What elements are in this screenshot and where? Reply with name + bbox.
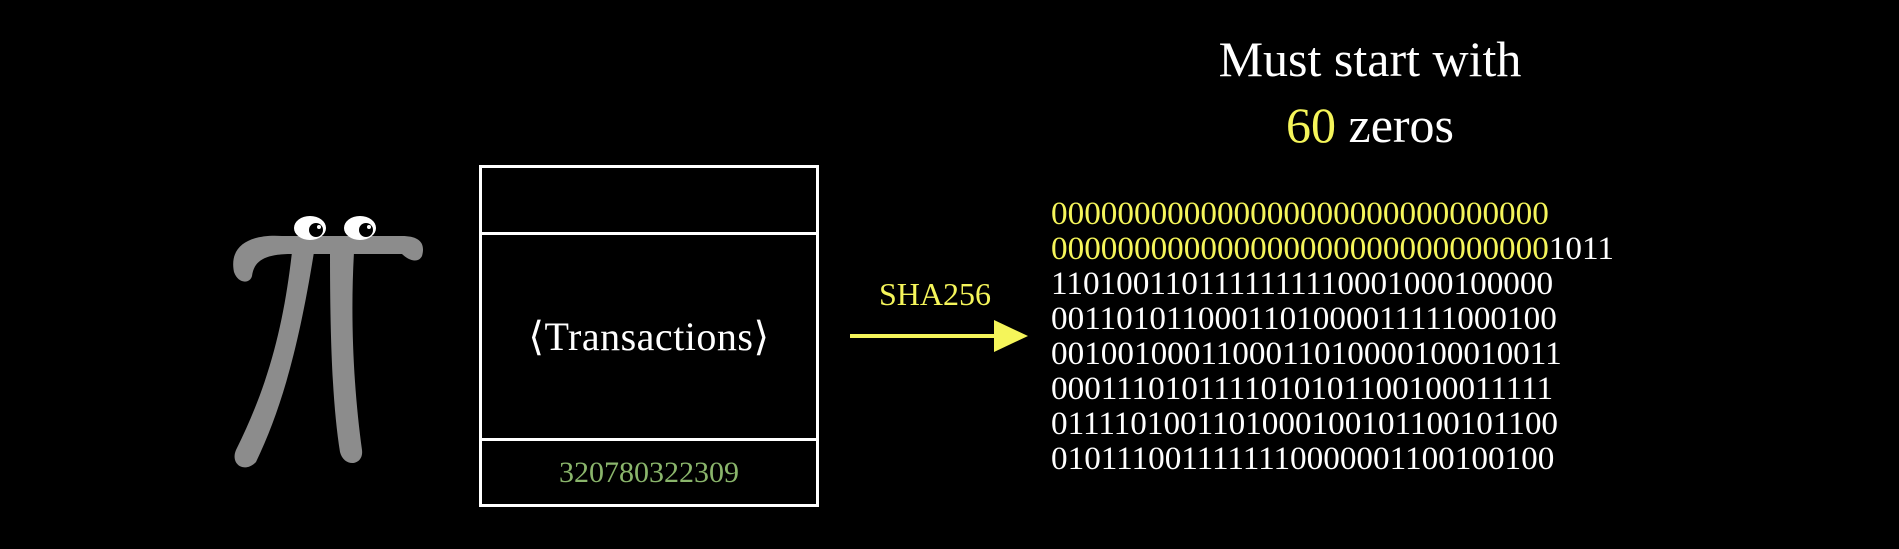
hash-bits: 0101110011111110000001100100100 (1051, 440, 1555, 477)
hash-line: 1101001101111111110001000100000 (1051, 266, 1691, 301)
hash-line: 0000000000000000000000000000001011 (1051, 231, 1691, 266)
hash-line: 0101110011111110000001100100100 (1051, 441, 1691, 476)
hash-line: 0011010110001101000011111000100 (1051, 301, 1691, 336)
hash-line: 0010010001100011010000100010011 (1051, 336, 1691, 371)
hash-line: 000000000000000000000000000000 (1051, 196, 1691, 231)
pi-creature-icon (233, 216, 424, 468)
title-line-2-rest: zeros (1336, 97, 1455, 153)
block-body: ⟨Transactions⟩ (482, 235, 816, 441)
zero-count: 60 (1286, 97, 1336, 153)
hash-line: 0001110101111010101100100011111 (1051, 371, 1691, 406)
hash-bits: 0111101001101000100101100101100 (1051, 405, 1559, 442)
hash-leading-zeros: 000000000000000000000000000000 (1051, 195, 1549, 232)
arrow-right-icon (850, 320, 1028, 352)
hash-bits: 0001110101111010101100100011111 (1051, 370, 1554, 407)
block-header (482, 168, 816, 235)
nonce-value: 320780322309 (559, 455, 739, 489)
hash-leading-zeros: 000000000000000000000000000000 (1051, 230, 1549, 267)
requirement-title: Must start with 60 zeros (1130, 26, 1610, 158)
block-footer: 320780322309 (482, 441, 816, 504)
block-box: ⟨Transactions⟩ 320780322309 (479, 165, 819, 507)
hash-function-label: SHA256 (878, 276, 991, 312)
title-line-2: 60 zeros (1130, 92, 1610, 158)
hash-bits: 1011 (1548, 230, 1614, 267)
hash-output: 000000000000000000000000000000 0000000000… (1051, 196, 1691, 476)
diagram-canvas: ⟨Transactions⟩ 320780322309 SHA256 Must … (0, 0, 1899, 549)
title-line-1: Must start with (1218, 31, 1522, 87)
hash-bits: 0010010001100011010000100010011 (1051, 335, 1562, 372)
transactions-label: ⟨Transactions⟩ (528, 314, 770, 359)
hash-bits: 1101001101111111110001000100000 (1051, 265, 1554, 302)
hash-bits: 0011010110001101000011111000100 (1051, 300, 1557, 337)
hash-line: 0111101001101000100101100101100 (1051, 406, 1691, 441)
